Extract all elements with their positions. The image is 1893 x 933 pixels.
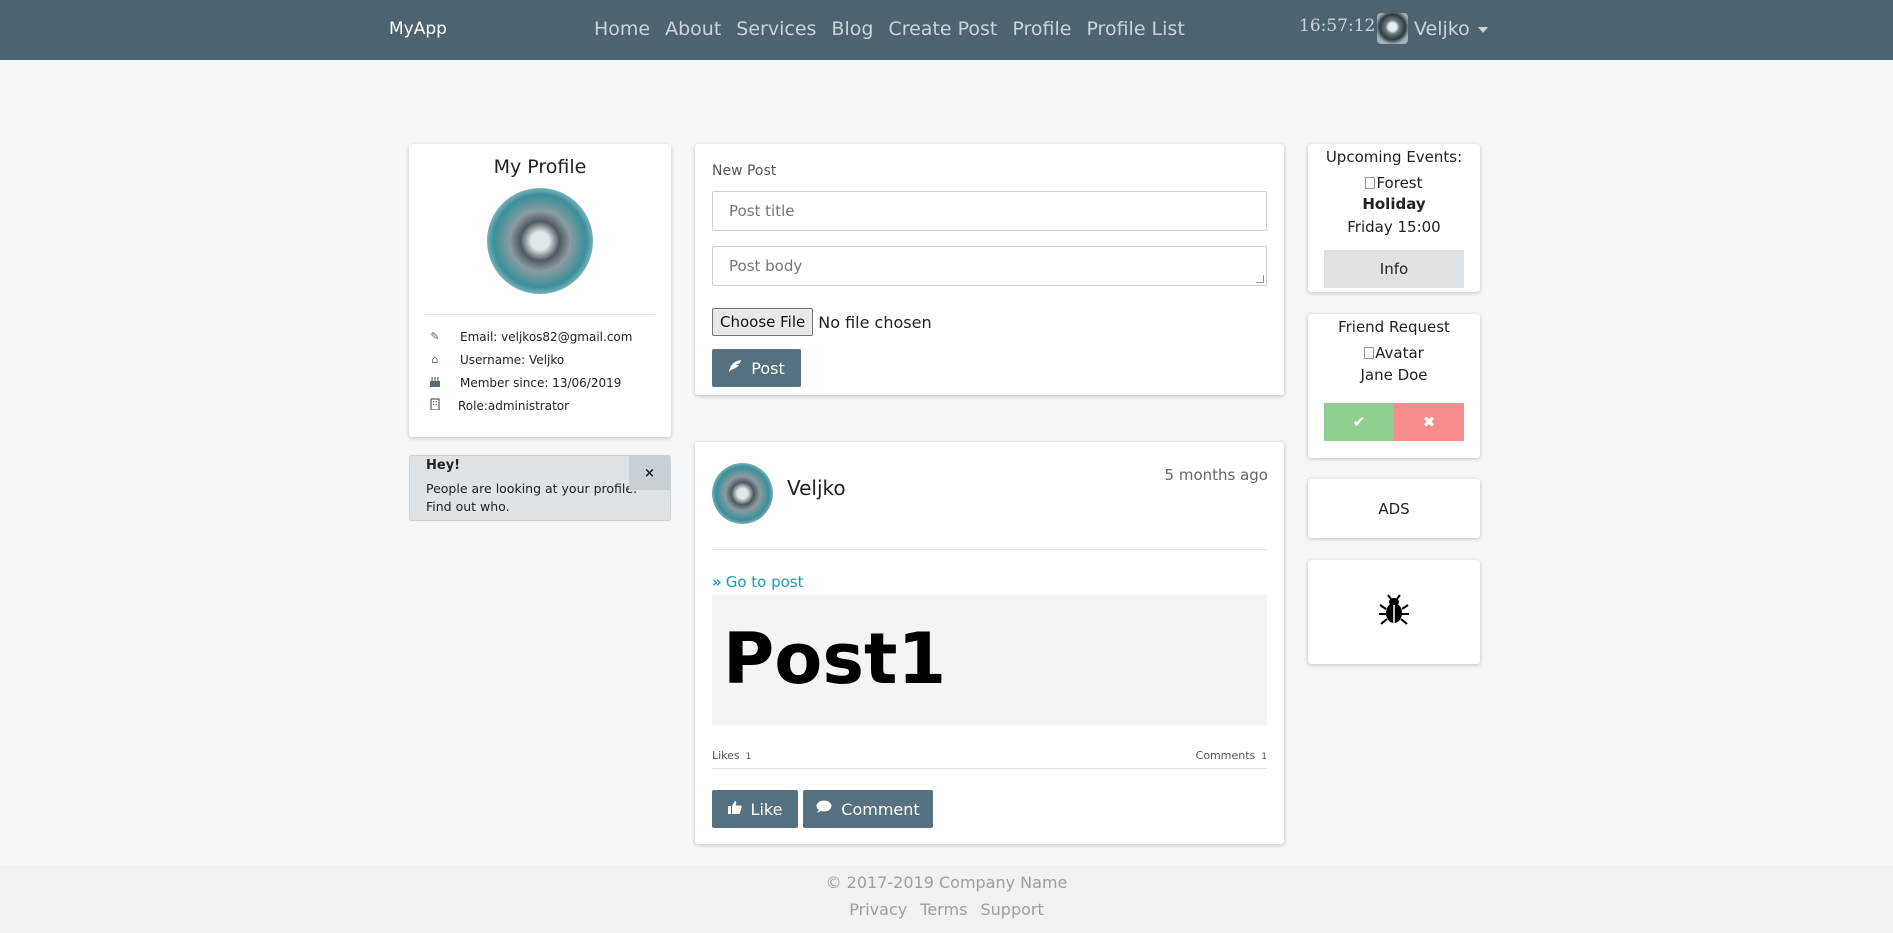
like-label: Like <box>750 799 783 819</box>
nav-services[interactable]: Services <box>736 18 816 40</box>
broken-image-icon <box>1365 177 1376 189</box>
new-post-label: New Post <box>712 163 777 179</box>
file-input: Choose File No file chosen <box>712 308 932 336</box>
footer-terms-link[interactable]: Terms <box>920 900 967 919</box>
ads-label: ADS <box>1378 499 1410 518</box>
post-submit-button[interactable]: Post <box>712 349 801 387</box>
footer-privacy-link[interactable]: Privacy <box>849 900 907 919</box>
home-icon: ⌂ <box>431 353 439 366</box>
friend-name: Jane Doe <box>1360 366 1428 384</box>
bug-icon[interactable] <box>1377 593 1411 631</box>
post-body-heading: Post1 <box>723 618 947 700</box>
nav-profile-list[interactable]: Profile List <box>1086 18 1184 40</box>
post-body-textarea[interactable]: Post body <box>712 246 1267 286</box>
profile-title: My Profile <box>493 156 587 178</box>
ads-card: ADS <box>1308 479 1480 538</box>
event-time: Friday 15:00 <box>1347 218 1441 236</box>
profile-member-row: Member since: 13/06/2019 <box>409 371 671 394</box>
profile-username: Username: Veljko <box>460 352 565 367</box>
building-icon <box>426 398 444 413</box>
birthday-cake-icon <box>426 376 444 390</box>
profile-email-row: ✎ Email: veljkos82@gmail.com <box>409 325 671 348</box>
footer-links: Privacy Terms Support <box>0 900 1893 919</box>
comment-button[interactable]: Comment <box>803 790 933 828</box>
profile-username-row: ⌂ Username: Veljko <box>409 348 671 371</box>
user-menu[interactable]: Veljko <box>1377 13 1488 44</box>
navbar: MyApp Home About Services Blog Create Po… <box>0 0 1893 60</box>
profile-member-since: Member since: 13/06/2019 <box>460 375 622 390</box>
divider <box>712 549 1267 550</box>
event-info-button[interactable]: Info <box>1324 250 1464 288</box>
post-title-input[interactable]: Post title <box>712 191 1267 231</box>
new-post-card: New Post Post title Post body Choose Fil… <box>695 144 1284 395</box>
nav-profile[interactable]: Profile <box>1012 18 1071 40</box>
event-name: Holiday <box>1362 195 1426 213</box>
file-status: No file chosen <box>818 312 932 332</box>
go-to-post-label: Go to post <box>725 573 804 591</box>
comments-count: Comments 1 <box>1195 749 1267 762</box>
upcoming-events-card: Upcoming Events: Forest Holiday Friday 1… <box>1308 144 1480 292</box>
profile-card: My Profile ✎ Email: veljkos82@gmail.com … <box>409 144 671 437</box>
brand-logo[interactable]: MyApp <box>389 19 447 39</box>
comment-icon <box>816 800 832 818</box>
pencil-icon: ✎ <box>430 330 440 343</box>
caret-down-icon <box>1477 26 1488 33</box>
post-time: 5 months ago <box>1164 466 1268 484</box>
profile-email: Email: veljkos82@gmail.com <box>460 329 633 344</box>
close-icon[interactable]: × <box>629 456 670 490</box>
broken-image-icon <box>1364 347 1375 359</box>
clock: 16:57:12 <box>1299 16 1376 36</box>
footer: © 2017-2019 Company Name Privacy Terms S… <box>0 866 1893 933</box>
user-name: Veljko <box>1414 17 1470 40</box>
events-title: Upcoming Events: <box>1325 148 1463 166</box>
nav-create-post[interactable]: Create Post <box>888 18 997 40</box>
likes-count: Likes 1 <box>712 749 752 762</box>
feather-icon <box>728 359 742 377</box>
post-submit-label: Post <box>751 358 785 378</box>
alert-heading: Hey! <box>426 458 461 473</box>
nav-links: Home About Services Blog Create Post Pro… <box>594 18 1200 40</box>
go-to-post-link[interactable]: » Go to post <box>712 573 804 591</box>
like-button[interactable]: Like <box>712 790 798 828</box>
footer-copyright: © 2017-2019 Company Name <box>825 873 1068 892</box>
nav-about[interactable]: About <box>665 18 721 40</box>
footer-support-link[interactable]: Support <box>981 900 1044 919</box>
thumbs-up-icon <box>727 800 742 818</box>
profile-role: Role:administrator <box>458 398 570 413</box>
event-image: Forest <box>1308 174 1480 192</box>
reject-x-icon[interactable]: ✖ <box>1394 403 1464 441</box>
divider <box>425 314 655 315</box>
accept-check-icon[interactable]: ✔ <box>1324 403 1394 441</box>
friend-avatar: Avatar <box>1308 344 1480 362</box>
post-body: Post1 <box>712 594 1267 726</box>
profile-avatar <box>487 188 593 294</box>
friend-request-card: Friend Request Avatar Jane Doe ✔ ✖ <box>1308 314 1480 458</box>
user-avatar <box>1377 13 1408 44</box>
post-card: Veljko 5 months ago » Go to post Post1 Li… <box>695 442 1284 844</box>
divider <box>712 768 1267 769</box>
double-chevron-right-icon: » <box>712 573 722 591</box>
nav-home[interactable]: Home <box>594 18 650 40</box>
comment-label: Comment <box>841 799 920 819</box>
bug-report-card[interactable] <box>1308 560 1480 664</box>
nav-blog[interactable]: Blog <box>831 18 873 40</box>
choose-file-button[interactable]: Choose File <box>712 308 814 336</box>
post-author-avatar <box>712 463 773 524</box>
profile-role-row: Role:administrator <box>409 394 671 417</box>
friend-request-title: Friend Request <box>1338 318 1450 336</box>
profile-views-alert: Hey! People are looking at your profile.… <box>409 455 671 521</box>
post-author[interactable]: Veljko <box>787 476 846 500</box>
